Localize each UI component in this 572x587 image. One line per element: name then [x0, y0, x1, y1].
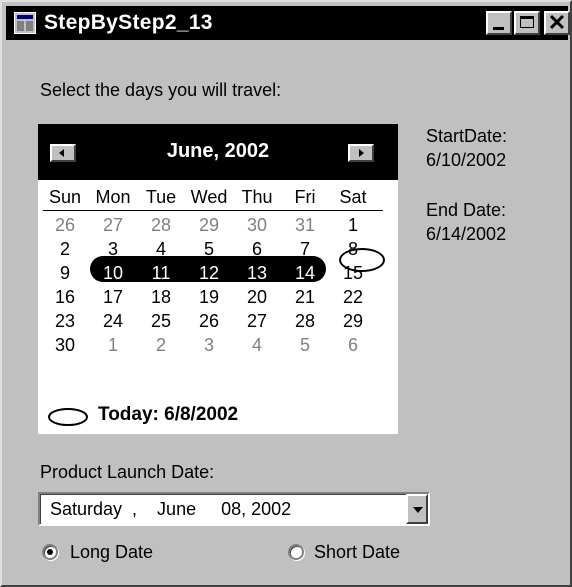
calendar-day[interactable]: 14 — [281, 262, 329, 284]
calendar-day[interactable]: 27 — [89, 214, 137, 236]
calendar-day[interactable]: 5 — [185, 238, 233, 260]
calendar-day[interactable]: 10 — [89, 262, 137, 284]
calendar-day[interactable]: 8 — [329, 238, 377, 260]
day-name: Sat — [339, 187, 367, 207]
today-circle-icon[interactable] — [46, 406, 90, 428]
calendar-day[interactable]: 7 — [281, 238, 329, 260]
calendar-day[interactable]: 30 — [41, 334, 89, 356]
calendar-day[interactable]: 28 — [137, 214, 185, 236]
dropdown-arrow-icon — [413, 507, 423, 513]
calendar-day[interactable]: 31 — [281, 214, 329, 236]
calendar-day[interactable]: 2 — [137, 334, 185, 356]
start-date-value: 6/10/2002 — [426, 150, 507, 170]
end-date-label: End Date: — [426, 200, 507, 220]
calendar-day[interactable]: 23 — [41, 310, 89, 332]
right-arrow-icon — [359, 149, 364, 157]
short-date-label[interactable]: Short Date — [314, 542, 400, 563]
calendar-day[interactable]: 9 — [41, 262, 89, 284]
date-dropdown-button[interactable] — [406, 494, 428, 524]
launch-date-label: Product Launch Date: — [40, 462, 215, 482]
day-names-divider — [43, 210, 383, 211]
close-button[interactable]: ✕ — [544, 10, 570, 35]
window-title: StepByStep2_13 — [44, 11, 213, 34]
app-window: StepByStep2_13 ✕ Select the days you wil… — [0, 0, 572, 587]
calendar-day[interactable]: 6 — [233, 238, 281, 260]
calendar-day[interactable]: 30 — [233, 214, 281, 236]
calendar-day[interactable]: 12 — [185, 262, 233, 284]
close-icon: ✕ — [547, 10, 567, 35]
calendar-day[interactable]: 19 — [185, 286, 233, 308]
calendar-day[interactable]: 3 — [185, 334, 233, 356]
calendar-day[interactable]: 1 — [329, 214, 377, 236]
day-name: Sun — [48, 187, 82, 207]
calendar-day[interactable]: 22 — [329, 286, 377, 308]
day-name: Tue — [145, 187, 177, 207]
calendar-day[interactable]: 2 — [41, 238, 89, 260]
calendar-day[interactable]: 1 — [89, 334, 137, 356]
calendar-day[interactable]: 29 — [185, 214, 233, 236]
calendar-day[interactable]: 6 — [329, 334, 377, 356]
day-names-row: Sun Mon Tue Wed Thu Fri Sat — [38, 187, 398, 209]
calendar-day[interactable]: 28 — [281, 310, 329, 332]
launch-date-value[interactable]: Saturday , June 08, 2002 — [40, 499, 291, 520]
minimize-icon — [493, 27, 504, 30]
day-name: Fri — [294, 187, 316, 207]
maximize-icon — [520, 16, 534, 28]
instructions-label: Select the days you will travel: — [40, 80, 282, 100]
today-link[interactable]: Today: 6/8/2002 — [98, 404, 238, 426]
calendar-day[interactable]: 26 — [185, 310, 233, 332]
calendar-day[interactable]: 18 — [137, 286, 185, 308]
next-month-button[interactable] — [348, 144, 374, 162]
end-date-value: 6/14/2002 — [426, 224, 507, 244]
maximize-button[interactable] — [514, 11, 540, 35]
calendar-day[interactable]: 27 — [233, 310, 281, 332]
calendar-day[interactable]: 5 — [281, 334, 329, 356]
calendar-day[interactable]: 17 — [89, 286, 137, 308]
radio-dot — [47, 549, 53, 555]
day-name: Wed — [190, 187, 228, 207]
title-bar[interactable]: StepByStep2_13 ✕ — [6, 6, 570, 40]
calendar-day[interactable]: 13 — [233, 262, 281, 284]
calendar-day[interactable]: 29 — [329, 310, 377, 332]
start-date-label: StartDate: — [426, 126, 508, 146]
short-date-radio[interactable] — [288, 544, 304, 560]
calendar-day[interactable]: 11 — [137, 262, 185, 284]
calendar-day[interactable]: 15 — [329, 262, 377, 284]
long-date-label[interactable]: Long Date — [70, 542, 153, 563]
calendar-header: June, 2002 — [38, 124, 398, 180]
calendar-day[interactable]: 4 — [137, 238, 185, 260]
calendar-day[interactable]: 4 — [233, 334, 281, 356]
calendar-day[interactable]: 21 — [281, 286, 329, 308]
month-calendar[interactable]: June, 2002 Sun Mon Tue Wed Thu Fri Sat 2… — [38, 124, 398, 434]
calendar-day[interactable]: 20 — [233, 286, 281, 308]
app-icon[interactable] — [14, 12, 36, 34]
day-name: Mon — [95, 187, 131, 207]
calendar-day[interactable]: 24 — [89, 310, 137, 332]
month-title[interactable]: June, 2002 — [38, 140, 398, 163]
calendar-day[interactable]: 26 — [41, 214, 89, 236]
minimize-button[interactable] — [486, 11, 512, 35]
calendar-day[interactable]: 3 — [89, 238, 137, 260]
long-date-radio[interactable] — [42, 544, 58, 560]
day-name: Thu — [241, 187, 273, 207]
launch-date-picker[interactable]: Saturday , June 08, 2002 — [38, 492, 430, 526]
calendar-day[interactable]: 16 — [41, 286, 89, 308]
calendar-day[interactable]: 25 — [137, 310, 185, 332]
